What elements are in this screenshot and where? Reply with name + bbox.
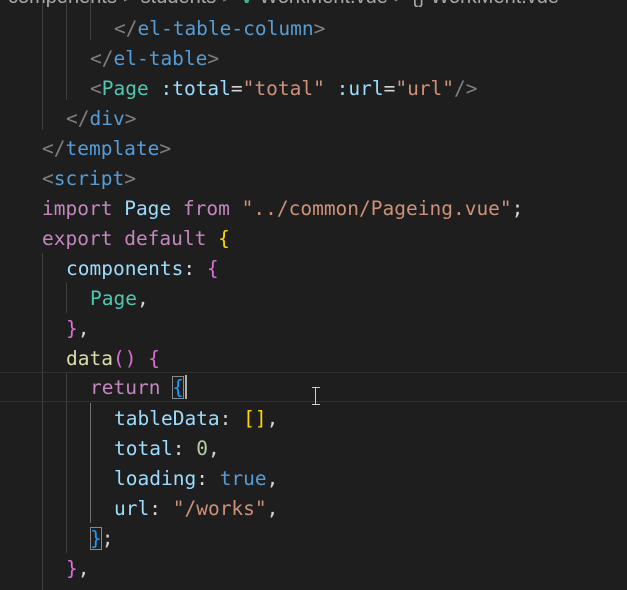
code-line-11: }, bbox=[0, 314, 627, 344]
keyword: from bbox=[182, 197, 230, 220]
identifier: Page bbox=[90, 287, 137, 310]
breadcrumb-item-file[interactable]: WorkMent.vue bbox=[259, 0, 388, 8]
tag-close-bracket: > bbox=[124, 107, 137, 130]
code-line-20: } bbox=[0, 584, 627, 590]
colon: : bbox=[183, 257, 196, 280]
bracket: { bbox=[206, 257, 219, 280]
keyword: return bbox=[90, 376, 161, 399]
code-line-9: components: { bbox=[0, 254, 627, 284]
breadcrumb-separator: > bbox=[216, 0, 240, 8]
bracket: } bbox=[66, 317, 78, 340]
semicolon: ; bbox=[511, 197, 524, 220]
semicolon: ; bbox=[101, 527, 114, 550]
property-key: loading bbox=[114, 467, 197, 490]
keyword: import bbox=[42, 197, 113, 220]
code-line-6: <script> bbox=[0, 164, 627, 194]
comma: , bbox=[77, 557, 90, 580]
array-literal: [] bbox=[243, 407, 267, 430]
comma: , bbox=[207, 437, 220, 460]
property-key: total bbox=[114, 437, 173, 460]
identifier: Page bbox=[124, 197, 172, 220]
tag-name: template bbox=[65, 137, 160, 160]
tag-close-bracket: > bbox=[124, 167, 136, 190]
boolean-literal: true bbox=[219, 467, 267, 490]
tag-open-bracket: </ bbox=[66, 107, 90, 130]
comma: , bbox=[77, 317, 90, 340]
attribute-equals: = bbox=[383, 77, 396, 100]
function-name: data bbox=[66, 347, 113, 370]
code-line-10: Page, bbox=[0, 284, 627, 314]
tag-name: div bbox=[89, 107, 125, 130]
comma: , bbox=[266, 407, 279, 430]
colon: : bbox=[149, 497, 161, 520]
tag-open-bracket: </ bbox=[90, 47, 114, 70]
property-key: tableData bbox=[114, 407, 220, 430]
attribute-name: :url bbox=[336, 77, 384, 100]
property-key: url bbox=[114, 497, 150, 520]
attribute-equals: = bbox=[230, 77, 243, 100]
tag-open-bracket: < bbox=[42, 167, 54, 190]
attribute-name: :total bbox=[160, 77, 231, 100]
code-line-15: total: 0, bbox=[0, 434, 627, 464]
keyword: export bbox=[42, 227, 113, 250]
tag-name: el-table-column bbox=[137, 17, 314, 40]
code-line-16: loading: true, bbox=[0, 464, 627, 494]
code-line-8: export default { bbox=[0, 224, 627, 254]
attribute-value: "total" bbox=[242, 77, 325, 100]
code-editor[interactable]: components>students>VWorkMent.vue>{} Wor… bbox=[0, 0, 627, 590]
attribute-value: "url" bbox=[395, 77, 455, 100]
colon: : bbox=[172, 437, 185, 460]
vue-file-icon: V bbox=[240, 0, 259, 8]
breadcrumb-separator: > bbox=[388, 0, 412, 8]
bracket-match-highlight: } bbox=[90, 527, 102, 550]
tag-open-bracket: < bbox=[90, 77, 102, 100]
code-line-5: </template> bbox=[0, 134, 627, 164]
string-literal: "../common/Pageing.vue" bbox=[241, 197, 512, 220]
code-line-7: import Page from "../common/Pageing.vue"… bbox=[0, 194, 627, 224]
code-line-19: }, bbox=[0, 554, 627, 584]
parens: () bbox=[112, 347, 137, 370]
number-literal: 0 bbox=[196, 437, 208, 460]
tag-close-bracket: > bbox=[313, 17, 326, 40]
comma: , bbox=[266, 467, 279, 490]
code-line-17: url: "/works", bbox=[0, 494, 627, 524]
tag-close-bracket: > bbox=[159, 137, 172, 160]
code-line-2: </el-table> bbox=[0, 44, 627, 74]
breadcrumb-object-icon: {} bbox=[412, 0, 425, 8]
breadcrumb-item-components[interactable]: components bbox=[8, 0, 117, 8]
keyword: default bbox=[124, 227, 207, 250]
ibeam-cursor-icon bbox=[312, 386, 320, 406]
tag-close-bracket: > bbox=[207, 47, 220, 70]
breadcrumb: components>students>VWorkMent.vue>{} Wor… bbox=[0, 0, 627, 8]
bracket-match-highlight: { bbox=[172, 376, 184, 399]
breadcrumb-item-symbol[interactable]: WorkMent.vue bbox=[430, 0, 559, 8]
tag-open-bracket: </ bbox=[42, 137, 66, 160]
property-key: components bbox=[66, 257, 184, 280]
code-line-12: data() { bbox=[0, 344, 627, 374]
breadcrumb-separator: > bbox=[117, 0, 141, 8]
tag-self-close: /> bbox=[454, 77, 478, 100]
bracket: } bbox=[66, 557, 78, 580]
tag-open-bracket: </ bbox=[114, 17, 138, 40]
code-line-3: <Page :total="total" :url="url"/> bbox=[0, 74, 627, 104]
string-literal: "/works" bbox=[172, 497, 267, 520]
tag-name: script bbox=[53, 167, 125, 190]
code-line-4: </div> bbox=[0, 104, 627, 134]
component-tag-name: Page bbox=[101, 77, 149, 100]
bracket: { bbox=[218, 227, 230, 250]
code-line-1: </el-table-column> bbox=[0, 14, 627, 44]
code-line-14: tableData: [], bbox=[0, 404, 627, 434]
code-line-18: }; bbox=[0, 524, 627, 554]
text-cursor bbox=[185, 375, 187, 399]
comma: , bbox=[136, 287, 149, 310]
tag-name: el-table bbox=[113, 47, 208, 70]
comma: , bbox=[266, 497, 279, 520]
breadcrumb-item-students[interactable]: students bbox=[141, 0, 217, 8]
bracket: { bbox=[148, 347, 160, 370]
colon: : bbox=[196, 467, 208, 490]
colon: : bbox=[219, 407, 232, 430]
